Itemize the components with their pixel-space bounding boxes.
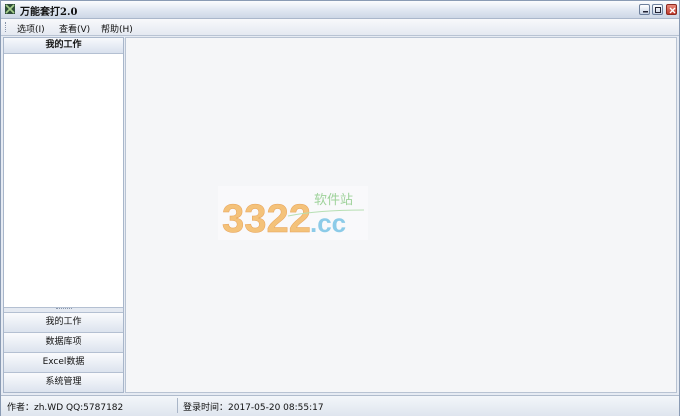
minimize-button[interactable]: [639, 4, 650, 15]
watermark-number: 3322: [222, 197, 311, 240]
window-title: 万能套打2.0: [20, 7, 78, 18]
app-icon: [5, 4, 15, 14]
nav-database-items[interactable]: 数据库项: [4, 332, 123, 352]
splitter-grip-icon: [56, 308, 72, 311]
sidebar-tree[interactable]: [4, 54, 123, 306]
maximize-button[interactable]: [652, 4, 663, 15]
sidebar-header: 我的工作: [4, 38, 123, 54]
close-button[interactable]: [666, 4, 677, 15]
watermark-logo-image: 3322 .cc 软件站: [222, 193, 365, 241]
maximize-icon: [655, 7, 661, 13]
app-window: 万能套打2.0 选项(I) 查看(V) 帮助(H) 我的工作 我的工作 数据库项…: [0, 0, 680, 416]
watermark-tagline: 软件站: [314, 193, 353, 208]
menu-grip: [5, 22, 8, 32]
title-bar[interactable]: 万能套打2.0: [1, 1, 679, 19]
menu-bar: 选项(I) 查看(V) 帮助(H): [1, 19, 679, 36]
menu-options[interactable]: 选项(I): [17, 22, 45, 35]
close-icon: [669, 7, 676, 14]
nav-system-management[interactable]: 系统管理: [4, 372, 123, 392]
status-login-time: 登录时间：2017-05-20 08:55:17: [183, 403, 324, 413]
status-divider: [177, 398, 178, 413]
nav-excel-data[interactable]: Excel数据: [4, 352, 123, 372]
menu-help[interactable]: 帮助(H): [101, 22, 133, 35]
nav-my-work[interactable]: 我的工作: [4, 312, 123, 332]
sidebar: 我的工作 我的工作 数据库项 Excel数据 系统管理: [3, 37, 124, 393]
status-bar: 作者：zh.WD QQ:5787182 登录时间：2017-05-20 08:5…: [1, 395, 679, 416]
watermark-logo: 3322 .cc 软件站: [218, 186, 368, 241]
minimize-icon: [643, 11, 648, 13]
main-workspace[interactable]: 3322 .cc 软件站: [125, 37, 677, 393]
status-author: 作者：zh.WD QQ:5787182: [7, 403, 124, 413]
menu-view[interactable]: 查看(V): [59, 22, 90, 35]
